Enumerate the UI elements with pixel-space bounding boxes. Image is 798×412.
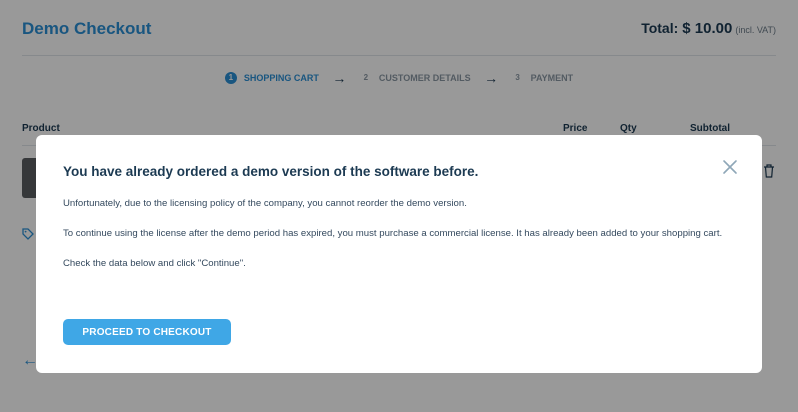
proceed-to-checkout-button[interactable]: PROCEED TO CHECKOUT — [63, 319, 231, 345]
modal-paragraph-licensing: Unfortunately, due to the licensing poli… — [63, 198, 467, 209]
demo-reorder-modal: You have already ordered a demo version … — [36, 135, 762, 373]
close-icon[interactable] — [722, 159, 738, 175]
modal-paragraph-commercial-license: To continue using the license after the … — [63, 228, 723, 239]
modal-paragraph-instructions: Check the data below and click "Continue… — [63, 258, 246, 269]
modal-title: You have already ordered a demo version … — [63, 164, 479, 179]
